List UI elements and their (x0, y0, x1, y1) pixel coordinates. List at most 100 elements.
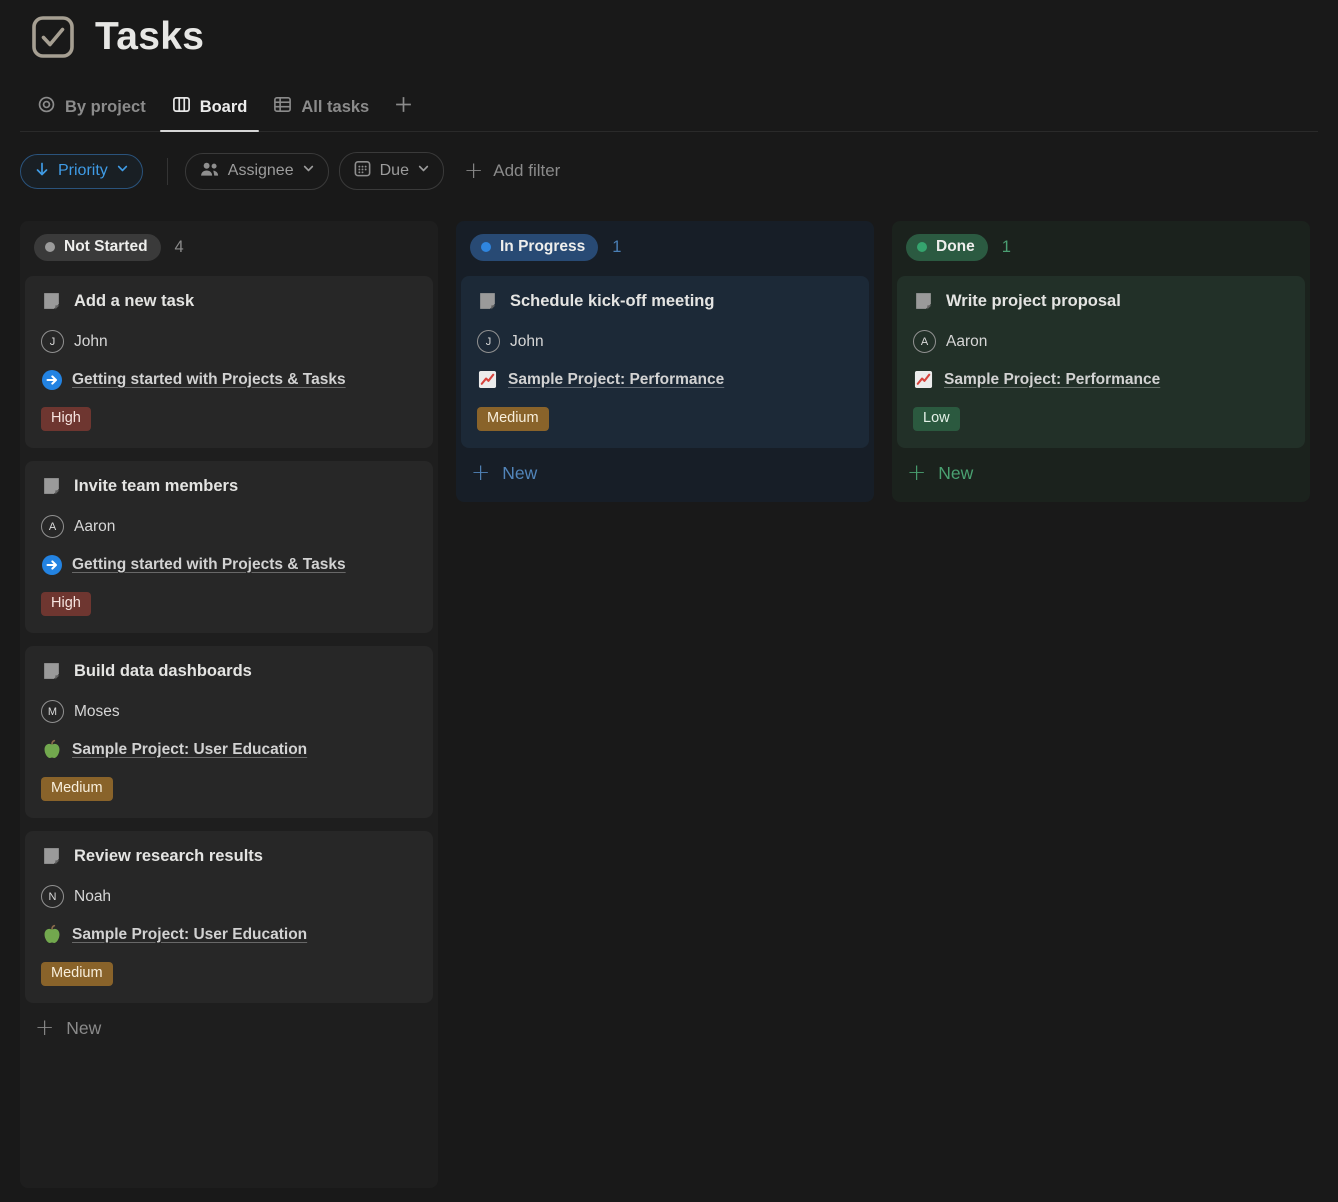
priority-tag: High (41, 407, 91, 431)
plus-icon: + (471, 463, 490, 484)
task-card[interactable]: Invite team members A Aaron Getting star… (25, 461, 433, 633)
chart-up-icon (913, 369, 934, 390)
task-assignee: N Noah (41, 885, 417, 908)
avatar: M (41, 700, 64, 723)
status-badge[interactable]: In Progress (470, 234, 598, 261)
priority-tag: Low (913, 407, 960, 431)
tab-all-tasks[interactable]: All tasks (260, 86, 382, 131)
priority-tag: Medium (41, 962, 113, 986)
add-filter-button[interactable]: + Add filter (454, 155, 570, 188)
status-label: In Progress (500, 238, 585, 256)
project-link[interactable]: Getting started with Projects & Tasks (72, 556, 346, 574)
checkbox-icon (30, 14, 76, 60)
task-title: Review research results (74, 847, 263, 866)
task-card[interactable]: Schedule kick-off meeting J John Sample … (461, 276, 869, 448)
priority-tag: Medium (41, 777, 113, 801)
assignee-name: John (74, 333, 108, 351)
task-assignee: A Aaron (913, 330, 1289, 353)
sort-label: Priority (58, 162, 108, 180)
column-count: 1 (612, 238, 621, 257)
table-icon (273, 95, 292, 119)
board-column: In Progress 1 Schedule kick-off meeting … (456, 221, 874, 502)
tab-label: All tasks (301, 98, 369, 117)
view-tabs: By project Board All tasks (20, 86, 1318, 132)
task-title: Write project proposal (946, 292, 1121, 311)
card-list: Add a new task J John Getting started wi… (25, 276, 433, 1003)
task-title-row: Write project proposal (913, 291, 1289, 312)
add-filter-label: Add filter (493, 161, 560, 181)
apple-icon (41, 739, 62, 760)
column-header: Not Started 4 (25, 234, 433, 276)
chevron-down-icon (116, 162, 129, 180)
target-icon (37, 95, 56, 119)
chevron-down-icon (302, 162, 315, 180)
new-task-button[interactable]: + New (897, 450, 983, 497)
plus-icon: + (907, 463, 926, 484)
status-label: Not Started (64, 238, 148, 256)
task-card[interactable]: Review research results N Noah Sample Pr… (25, 831, 433, 1003)
priority-tag: High (41, 592, 91, 616)
add-view-button[interactable] (382, 86, 425, 131)
project-link[interactable]: Sample Project: User Education (72, 926, 307, 944)
avatar: A (913, 330, 936, 353)
task-title-row: Review research results (41, 846, 417, 867)
tag-row: Medium (41, 777, 417, 801)
status-dot-icon (45, 242, 55, 252)
column-count: 4 (175, 238, 184, 257)
new-task-button[interactable]: + New (461, 450, 547, 497)
filter-due-button[interactable]: Due (339, 152, 444, 190)
plus-icon (394, 95, 413, 119)
task-card[interactable]: Add a new task J John Getting started wi… (25, 276, 433, 448)
tab-board[interactable]: Board (159, 86, 261, 131)
tasks-page: Tasks By project Board (0, 0, 1338, 1188)
new-task-label: New (938, 463, 973, 484)
arrow-circle-icon (41, 554, 62, 575)
task-card[interactable]: Build data dashboards M Moses Sample Pro… (25, 646, 433, 818)
tag-row: High (41, 407, 417, 431)
tab-by-project[interactable]: By project (24, 86, 159, 131)
chart-up-icon (477, 369, 498, 390)
avatar: J (477, 330, 500, 353)
task-title: Add a new task (74, 292, 194, 311)
new-task-label: New (502, 463, 537, 484)
task-title: Schedule kick-off meeting (510, 292, 714, 311)
task-project: Getting started with Projects & Tasks (41, 554, 417, 575)
project-link[interactable]: Sample Project: Performance (508, 371, 724, 389)
page-icon (477, 291, 498, 312)
tag-row: Low (913, 407, 1289, 431)
filter-label: Due (380, 162, 409, 180)
task-title: Build data dashboards (74, 662, 252, 681)
sort-priority-button[interactable]: Priority (20, 154, 143, 189)
project-link[interactable]: Sample Project: Performance (944, 371, 1160, 389)
column-count: 1 (1002, 238, 1011, 257)
task-project: Sample Project: User Education (41, 924, 417, 945)
avatar: A (41, 515, 64, 538)
tab-label: By project (65, 98, 146, 117)
apple-icon (41, 924, 62, 945)
board-columns-icon (172, 95, 191, 119)
new-task-button[interactable]: + New (25, 1005, 111, 1052)
tag-row: Medium (477, 407, 853, 431)
priority-tag: Medium (477, 407, 549, 431)
avatar: J (41, 330, 64, 353)
status-badge[interactable]: Not Started (34, 234, 161, 261)
task-title-row: Add a new task (41, 291, 417, 312)
page-title: Tasks (95, 15, 204, 59)
filter-assignee-button[interactable]: Assignee (185, 153, 329, 190)
card-list: Schedule kick-off meeting J John Sample … (461, 276, 869, 448)
task-title-row: Build data dashboards (41, 661, 417, 682)
project-link[interactable]: Sample Project: User Education (72, 741, 307, 759)
people-icon (199, 160, 220, 183)
status-badge[interactable]: Done (906, 234, 988, 261)
task-project: Getting started with Projects & Tasks (41, 369, 417, 390)
task-project: Sample Project: Performance (477, 369, 853, 390)
project-link[interactable]: Getting started with Projects & Tasks (72, 371, 346, 389)
task-title-row: Schedule kick-off meeting (477, 291, 853, 312)
page-header: Tasks (30, 14, 1318, 60)
tag-row: High (41, 592, 417, 616)
task-assignee: J John (41, 330, 417, 353)
task-card[interactable]: Write project proposal A Aaron Sample Pr… (897, 276, 1305, 448)
page-icon (41, 661, 62, 682)
status-label: Done (936, 238, 975, 256)
task-assignee: A Aaron (41, 515, 417, 538)
